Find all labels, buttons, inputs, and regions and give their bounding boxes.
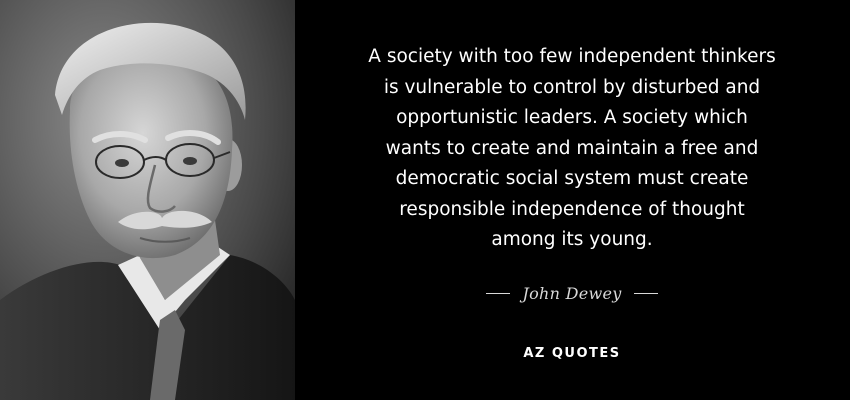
- quote-line: opportunistic leaders. A society which: [396, 107, 748, 128]
- quote-line: wants to create and maintain a free and: [385, 137, 759, 159]
- portrait-photo: [0, 0, 295, 400]
- quote-line: is vulnerable to control by disturbed an…: [383, 76, 761, 98]
- quote-line: A society with too few independent think…: [368, 46, 776, 67]
- quote-text: A society with too few independent think…: [312, 42, 832, 256]
- author-attribution: John Dewey: [312, 284, 832, 303]
- author-dash-right: [633, 293, 658, 294]
- quote-card: A society with too few independent think…: [0, 0, 850, 400]
- author-dash-left: [486, 293, 511, 294]
- quote-line: democratic social system must create: [395, 168, 749, 189]
- brand-logo: AZ QUOTES: [523, 346, 621, 361]
- quote-line: responsible independence of thought: [399, 198, 745, 220]
- author-name: John Dewey: [522, 284, 622, 303]
- quote-line: among its young.: [491, 229, 653, 250]
